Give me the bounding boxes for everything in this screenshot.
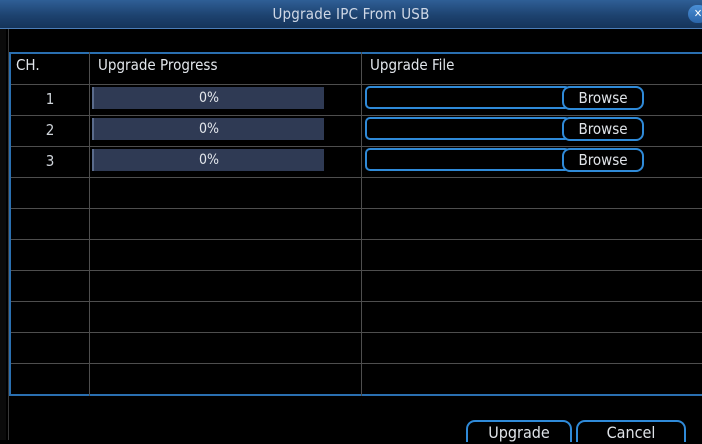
row-divider	[11, 146, 702, 147]
window-title: Upgrade IPC From USB	[272, 5, 430, 23]
close-icon: ✕	[693, 7, 702, 20]
row-divider	[11, 363, 702, 364]
row-divider	[11, 301, 702, 302]
row-divider	[11, 115, 702, 116]
upgrade-button[interactable]: Upgrade	[466, 420, 572, 442]
row-1-browse-button[interactable]: Browse	[562, 86, 644, 110]
header-upgrade-progress: Upgrade Progress	[98, 56, 218, 74]
cancel-button[interactable]: Cancel	[576, 420, 686, 442]
row-2-progress-bar: 0%	[92, 118, 324, 140]
header-channel: CH.	[16, 56, 40, 74]
row-divider	[11, 208, 702, 209]
row-1-progress-bar: 0%	[92, 87, 324, 109]
row-1-file-input[interactable]	[365, 86, 570, 109]
row-divider	[11, 177, 702, 178]
row-divider	[11, 84, 702, 85]
header-upgrade-file: Upgrade File	[370, 56, 455, 74]
progress-label: 0%	[199, 152, 219, 168]
column-divider	[361, 52, 362, 396]
row-3-progress-bar: 0%	[92, 149, 324, 171]
progress-label: 0%	[199, 90, 219, 106]
row-divider	[11, 270, 702, 271]
left-edge	[0, 29, 6, 440]
row-3-file-input[interactable]	[365, 148, 570, 171]
row-3-browse-button[interactable]: Browse	[562, 148, 644, 172]
row-divider	[11, 332, 702, 333]
close-button[interactable]: ✕	[688, 5, 702, 23]
row-2-file-input[interactable]	[365, 117, 570, 140]
row-2-channel: 2	[45, 121, 55, 139]
row-2-browse-button[interactable]: Browse	[562, 117, 644, 141]
progress-label: 0%	[199, 121, 219, 137]
row-1-channel: 1	[45, 90, 55, 108]
row-3-channel: 3	[45, 152, 55, 170]
row-divider	[11, 239, 702, 240]
column-divider	[89, 52, 90, 396]
